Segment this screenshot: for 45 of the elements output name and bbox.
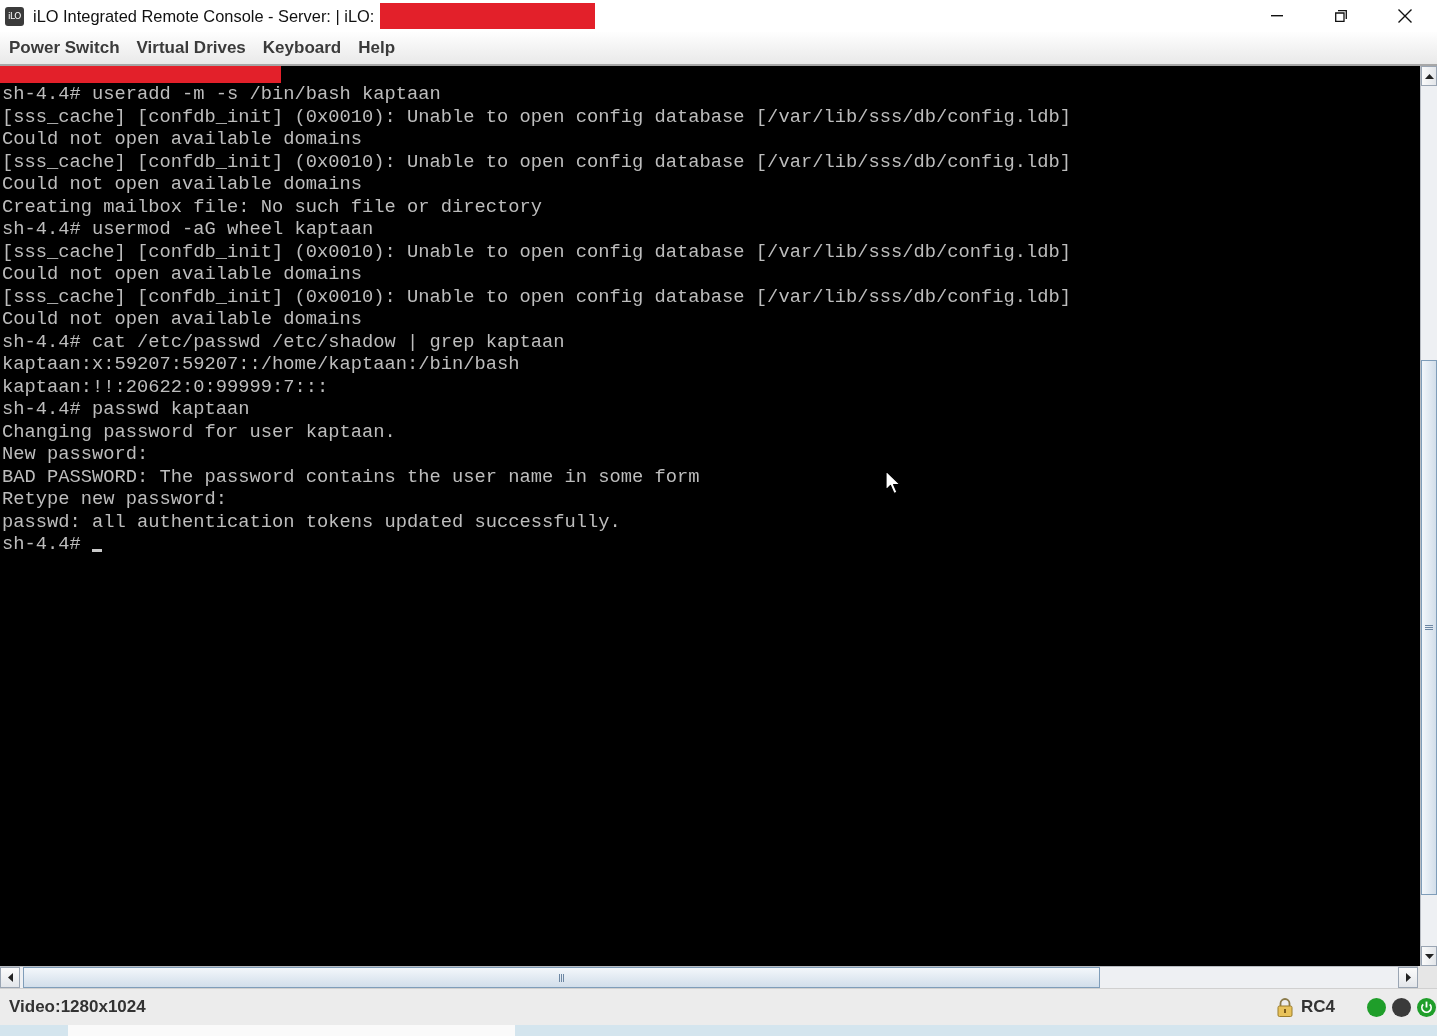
terminal-line: kaptaan:x:59207:59207::/home/kaptaan:/bin/bash [2, 354, 520, 375]
down-triangle-icon [1424, 953, 1434, 959]
lock-icon [1277, 997, 1293, 1017]
left-triangle-icon [7, 973, 13, 982]
grip-icon [1425, 624, 1433, 631]
right-triangle-icon [1405, 973, 1411, 982]
close-icon [1398, 9, 1412, 23]
video-resolution-label: Video:1280x1024 [9, 997, 146, 1017]
terminal-line: BAD PASSWORD: The password contains the user name in some form [2, 466, 700, 487]
terminal-line: [sss_cache] [confdb_init] (0x0010): Unable to open config database [/var/lib/sss/db/config.ldb] [2, 151, 1071, 172]
terminal-line: [sss_cache] [confdb_init] (0x0010): Unable to open config database [/var/lib/sss/db/config.ldb] [2, 286, 1071, 307]
terminal-line: sh-4.4# [2, 534, 81, 555]
app-logo: iLO [5, 6, 24, 26]
terminal-line: sh-4.4# cat /etc/passwd /etc/shadow | grep kaptaan [2, 331, 565, 352]
scroll-down-button[interactable] [1421, 946, 1437, 966]
scroll-right-button[interactable] [1398, 967, 1418, 988]
terminal-line: Changing password for user kaptaan. [2, 421, 396, 442]
menu-item[interactable]: Keyboard [262, 38, 342, 58]
menu-item[interactable]: Virtual Drives [136, 38, 246, 58]
terminal-line: sh-4.4# passwd kaptaan [2, 399, 250, 420]
terminal-line: Could not open available domains [2, 129, 363, 150]
restore-icon [1335, 10, 1347, 22]
terminal-line: kaptaan:!!:20622:0:99999:7::: [2, 376, 329, 397]
terminal-line: [sss_cache] [confdb_init] (0x0010): Unable to open config database [/var/lib/sss/db/config.ldb] [2, 241, 1071, 262]
encryption-label: RC4 [1301, 997, 1335, 1017]
scroll-up-button[interactable] [1421, 66, 1437, 86]
menu-item[interactable]: Power Switch [9, 38, 120, 58]
scrollbar-thumb[interactable] [1421, 360, 1437, 895]
terminal-line: [sss_cache] [confdb_init] (0x0010): Unable to open config database [/var/lib/sss/db/config.ldb] [2, 106, 1071, 127]
terminal-line: Creating mailbox file: No such file or directory [2, 196, 543, 217]
terminal-line: Retype new password: [2, 489, 228, 510]
terminal-line: Could not open available domains [2, 264, 363, 285]
window-title: iLO Integrated Remote Console - Server: | iLO: [33, 6, 375, 26]
grip-icon [558, 973, 565, 982]
terminal-line: Could not open available domains [2, 174, 363, 195]
menu-item[interactable]: Help [358, 38, 396, 58]
terminal-line: sh-4.4# useradd -m -s /bin/bash kaptaan [2, 84, 441, 105]
terminal-line: New password: [2, 444, 149, 465]
scroll-left-button[interactable] [0, 967, 20, 988]
up-triangle-icon [1424, 73, 1434, 79]
terminal-line: Could not open available domains [2, 309, 363, 330]
terminal-line: sh-4.4# usermod -aG wheel kaptaan [2, 219, 374, 240]
minimize-icon [1271, 15, 1283, 17]
scrollbar-thumb[interactable] [23, 967, 1100, 988]
terminal-line: passwd: all authentication tokens updated successfully. [2, 511, 621, 532]
